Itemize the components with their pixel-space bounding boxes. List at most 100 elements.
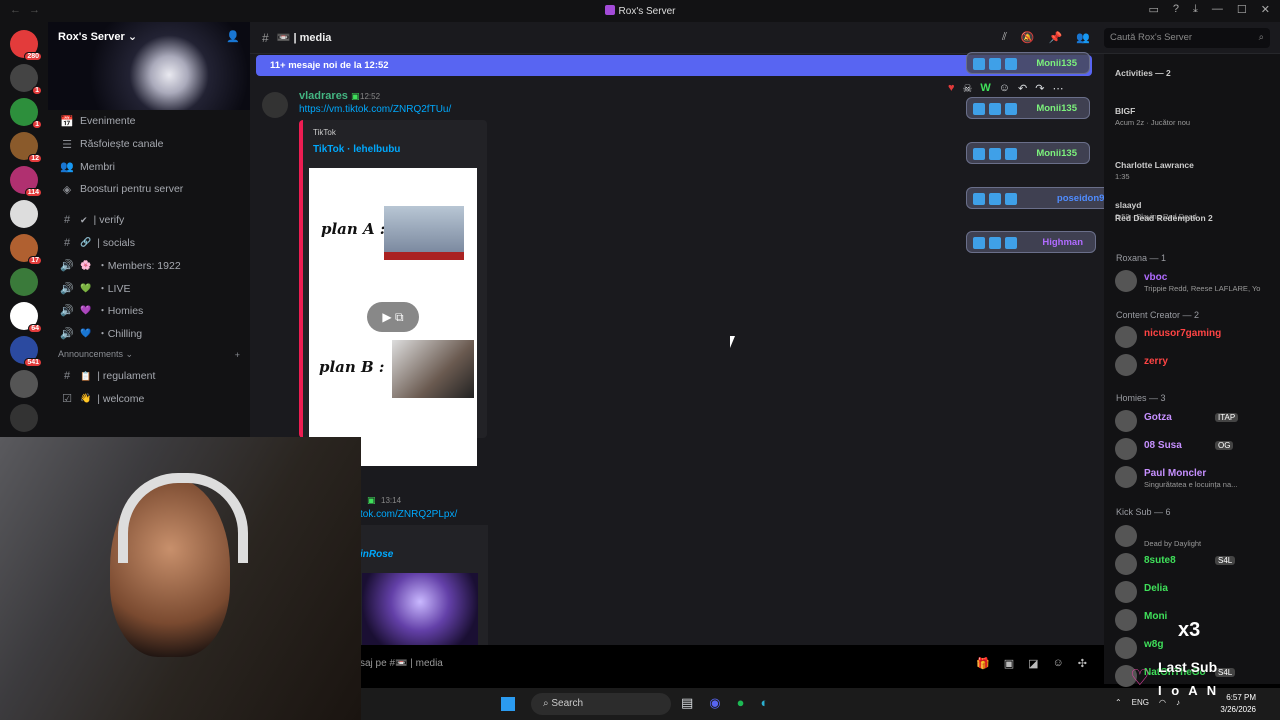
channel-emoji-icon: 💜	[80, 305, 92, 316]
members-icon[interactable]: 👥	[1076, 31, 1090, 44]
headphones	[118, 473, 248, 563]
embed-title[interactable]: TikTok · lehelbubu	[313, 144, 400, 155]
badge-icon	[1005, 148, 1017, 160]
overlay-pill-name: Monii135	[1036, 148, 1077, 159]
channel-item[interactable]: ☑ 👋 | welcome	[48, 388, 250, 411]
sidebar-nav-item[interactable]: 👥 Membri	[48, 155, 250, 178]
server-icon[interactable]	[10, 370, 38, 398]
activity-name: Activities — 2	[1115, 68, 1171, 78]
last-sub-overlay: ♡ x3 Last Sub I o A N	[1130, 619, 1270, 705]
pin-icon[interactable]: 📌	[1049, 31, 1063, 44]
embed-title[interactable]: inRose	[360, 549, 393, 560]
play-button[interactable]: ▶ ⧉	[367, 302, 419, 332]
server-icon[interactable]: 12	[10, 132, 42, 163]
member-item[interactable]: zerry	[1115, 354, 1275, 376]
inbox-icon[interactable]: ▭	[1149, 3, 1159, 16]
sidebar-nav-item[interactable]: ◈ Boosturi pentru server	[48, 178, 250, 201]
concert-image[interactable]	[362, 573, 478, 645]
member-group-header: Roxana — 1	[1116, 253, 1167, 263]
member-name: Moni	[1144, 611, 1168, 622]
edge-icon[interactable]: ◐	[761, 695, 769, 711]
badges-icon	[973, 103, 1017, 115]
tray-expand-icon[interactable]: ⌃	[1115, 698, 1122, 707]
more-icon[interactable]: ⋯	[1052, 82, 1063, 95]
member-item[interactable]: Paul Moncler Singurătatea e locuința na..…	[1115, 466, 1275, 489]
message-link[interactable]: tok.com/ZNRQ2PLpx/	[360, 509, 457, 520]
channel-item[interactable]: 🔊 💙 ・Chilling	[48, 322, 250, 345]
member-item[interactable]: Delia	[1115, 581, 1275, 603]
emoji-icon[interactable]: ☺	[1053, 657, 1064, 670]
activity-name: slaayd	[1115, 200, 1142, 210]
sidebar-nav-item[interactable]: 📅 Evenimente	[48, 110, 250, 133]
add-channel-icon[interactable]: +	[235, 350, 240, 360]
help-icon[interactable]: ?	[1173, 3, 1179, 16]
header-tools: ⫽ 🔕 📌 👥	[1002, 31, 1090, 44]
close-button[interactable]: ✕	[1261, 3, 1270, 16]
gift-icon[interactable]: 🎁	[976, 657, 990, 670]
server-icon[interactable]: 1	[10, 64, 42, 95]
search-input[interactable]: Caută Rox's Server ⌕	[1104, 28, 1270, 48]
channel-item[interactable]: 🔊 🌸 ・Members: 1922	[48, 254, 250, 277]
member-name: Delia	[1144, 583, 1168, 594]
server-icon[interactable]: 541	[10, 336, 42, 367]
skull-icon[interactable]: ☠	[963, 82, 973, 95]
server-name[interactable]: Rox's Server ⌄	[58, 30, 137, 43]
avatar[interactable]	[262, 92, 288, 118]
badge-icon	[989, 237, 1001, 249]
file-explorer-icon[interactable]: ▤	[681, 695, 693, 711]
taskbar-search[interactable]: ⌕ Search	[531, 693, 671, 715]
heart-icon[interactable]: ♥	[948, 82, 955, 95]
avatar	[1115, 466, 1137, 488]
gif-icon[interactable]: ▣	[1004, 657, 1014, 670]
forward-icon[interactable]: ↷	[1035, 82, 1044, 95]
apps-icon[interactable]: ✣	[1078, 657, 1087, 670]
activity-item[interactable]: Red Dead Redemption 2	[1115, 211, 1275, 233]
server-icon[interactable]	[10, 268, 38, 296]
server-icon[interactable]: 17	[10, 234, 42, 265]
windows-start-icon[interactable]	[501, 697, 515, 711]
channel-label: ・Chilling	[97, 328, 143, 341]
server-icon[interactable]	[10, 404, 38, 432]
spotify-icon[interactable]: ●	[737, 695, 745, 711]
reply-icon[interactable]: ↶	[1018, 82, 1027, 95]
channel-item[interactable]: 🔊 💜 ・Homies	[48, 300, 250, 323]
channel-item[interactable]: # 📋 | regulament	[48, 365, 250, 388]
maximize-button[interactable]: ☐	[1237, 3, 1247, 16]
download-icon[interactable]: ⤓	[1193, 3, 1198, 16]
minimize-button[interactable]: —	[1212, 3, 1223, 16]
channel-item[interactable]: 🔊 💚 ・LIVE	[48, 277, 250, 300]
w-icon[interactable]: W	[980, 82, 990, 95]
member-name: vboc	[1144, 272, 1168, 283]
server-icon[interactable]	[10, 200, 38, 228]
message-author[interactable]: vladrares ▣	[299, 90, 360, 102]
category-announcements[interactable]: Announcements ⌄ +	[48, 345, 250, 365]
server-icon[interactable]: 114	[10, 166, 42, 197]
activity-item[interactable]: Charlotte Lawrance 1:35	[1115, 158, 1275, 181]
server-icon[interactable]: 1	[10, 98, 42, 129]
member-item[interactable]: 8sute8 S4L	[1115, 553, 1275, 575]
channel-item[interactable]: # 🔗 | socials	[48, 231, 250, 254]
badge-icon	[989, 103, 1001, 115]
server-icon[interactable]: 280	[10, 30, 42, 61]
server-icon[interactable]: 64	[10, 302, 42, 333]
channel-label: | socials	[97, 236, 135, 249]
notifications-icon[interactable]: 🔕	[1021, 31, 1035, 44]
member-item[interactable]: nicusor7gaming	[1115, 326, 1275, 348]
member-item[interactable]: Gotza ITAP	[1115, 410, 1275, 432]
member-item[interactable]: Dead by Daylight	[1115, 525, 1275, 548]
invite-icon[interactable]: 👤	[226, 30, 240, 43]
discord-icon[interactable]: ◉	[709, 695, 720, 711]
message-link[interactable]: https://vm.tiktok.com/ZNRQ2fTUu/	[299, 104, 451, 115]
message-composer[interactable]: saj pe #📼 | media 🎁 ▣ ◪ ☺ ✣	[350, 650, 1095, 676]
activity-item[interactable]: BIGF Acum 2z · Jucător nou	[1115, 104, 1275, 127]
add-reaction-icon[interactable]: ☺	[999, 82, 1010, 95]
activity-item[interactable]: Activities — 2	[1115, 66, 1275, 88]
threads-icon[interactable]: ⫽	[1002, 31, 1007, 44]
channel-emoji-icon: 🔗	[80, 237, 92, 248]
sticker-icon[interactable]: ◪	[1028, 657, 1038, 670]
member-item[interactable]: 08 Susa OG	[1115, 438, 1275, 460]
member-item[interactable]: vboc Trippie Redd, Reese LAFLARE, Yo	[1115, 270, 1275, 293]
member-tag: S4L	[1215, 556, 1236, 565]
channel-item[interactable]: # ✔ | verify	[48, 209, 250, 232]
sidebar-nav-item[interactable]: ☰ Răsfoiește canale	[48, 133, 250, 156]
